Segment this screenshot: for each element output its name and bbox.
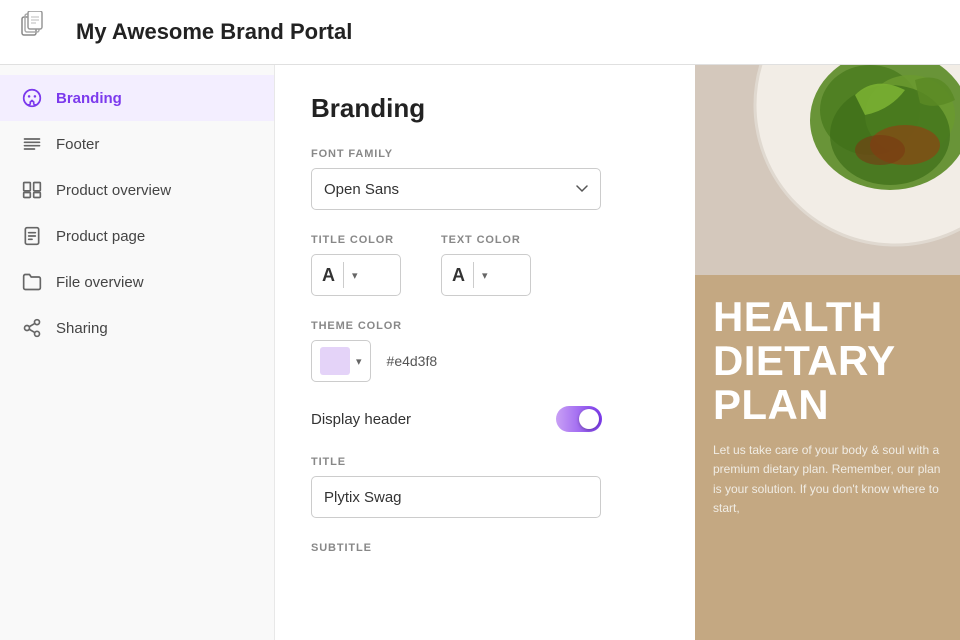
app-header: My Awesome Brand Portal xyxy=(0,0,960,65)
subtitle-label: SUBTITLE xyxy=(311,542,659,554)
font-family-section: FONT FAMILY Open Sans Roboto Lato Montse… xyxy=(311,148,659,210)
app-title: My Awesome Brand Portal xyxy=(76,19,352,45)
palette-icon xyxy=(22,88,42,108)
title-section: TITLE xyxy=(311,456,659,518)
text-color-group: TEXT COLOR A ▾ xyxy=(441,234,531,296)
sidebar: Branding Footer Product overview xyxy=(0,65,275,640)
food-plate-visual xyxy=(695,65,960,275)
sidebar-item-product-page-label: Product page xyxy=(56,228,145,245)
sidebar-item-sharing-label: Sharing xyxy=(56,320,108,337)
sidebar-item-file-overview-label: File overview xyxy=(56,274,144,291)
theme-color-row: ▾ #e4d3f8 xyxy=(311,340,659,382)
sidebar-item-branding[interactable]: Branding xyxy=(0,75,274,121)
font-family-select[interactable]: Open Sans Roboto Lato Montserrat xyxy=(311,168,601,210)
display-header-section: Display header xyxy=(311,406,659,432)
sidebar-item-footer-label: Footer xyxy=(56,136,99,153)
text-color-picker[interactable]: A ▾ xyxy=(441,254,531,296)
theme-color-hex-display: #e4d3f8 xyxy=(387,353,438,369)
color-divider-1 xyxy=(343,262,344,288)
text-color-letter: A xyxy=(452,266,465,284)
footer-icon xyxy=(22,134,42,154)
preview-panel: HEALTH DIETARY PLAN Let us take care of … xyxy=(695,65,960,640)
preview-headline-line3: PLAN xyxy=(713,383,942,427)
sidebar-item-footer[interactable]: Footer xyxy=(0,121,274,167)
theme-color-arrow: ▾ xyxy=(356,355,362,368)
toggle-track xyxy=(556,406,602,432)
title-color-group: TITLE COLOR A ▾ xyxy=(311,234,401,296)
theme-color-picker[interactable]: ▾ xyxy=(311,340,371,382)
title-label: TITLE xyxy=(311,456,659,468)
brand-portal-icon xyxy=(20,11,62,53)
sidebar-item-file-overview[interactable]: File overview xyxy=(0,259,274,305)
text-color-arrow: ▾ xyxy=(482,269,488,282)
font-family-label: FONT FAMILY xyxy=(311,148,659,160)
sidebar-item-branding-label: Branding xyxy=(56,90,122,107)
title-color-picker[interactable]: A ▾ xyxy=(311,254,401,296)
title-color-letter: A xyxy=(322,266,335,284)
sidebar-item-product-overview-label: Product overview xyxy=(56,182,171,199)
display-header-toggle[interactable] xyxy=(556,406,602,432)
file-overview-icon xyxy=(22,272,42,292)
preview-headline-line2: DIETARY xyxy=(713,339,942,383)
theme-color-label: THEME COLOR xyxy=(311,320,659,332)
display-header-label: Display header xyxy=(311,411,411,428)
theme-color-section: THEME COLOR ▾ #e4d3f8 xyxy=(311,320,659,382)
main-layout: Branding Footer Product overview xyxy=(0,65,960,640)
display-header-row: Display header xyxy=(311,406,606,432)
title-color-label: TITLE COLOR xyxy=(311,234,401,246)
sharing-icon xyxy=(22,318,42,338)
page-title: Branding xyxy=(311,93,659,124)
preview-body-text: Let us take care of your body & soul wit… xyxy=(713,441,942,518)
toggle-thumb xyxy=(579,409,599,429)
theme-color-swatch xyxy=(320,347,350,375)
product-overview-icon xyxy=(22,180,42,200)
color-section: TITLE COLOR A ▾ TEXT COLOR A ▾ xyxy=(311,234,659,296)
color-divider-2 xyxy=(473,262,474,288)
title-color-arrow: ▾ xyxy=(352,269,358,282)
preview-headline: HEALTH DIETARY PLAN xyxy=(713,295,942,427)
sidebar-item-sharing[interactable]: Sharing xyxy=(0,305,274,351)
preview-image-area xyxy=(695,65,960,275)
text-color-label: TEXT COLOR xyxy=(441,234,531,246)
title-input[interactable] xyxy=(311,476,601,518)
preview-headline-line1: HEALTH xyxy=(713,295,942,339)
main-content-area: Branding FONT FAMILY Open Sans Roboto La… xyxy=(275,65,695,640)
sidebar-item-product-page[interactable]: Product page xyxy=(0,213,274,259)
product-page-icon xyxy=(22,226,42,246)
sidebar-item-product-overview[interactable]: Product overview xyxy=(0,167,274,213)
color-row: TITLE COLOR A ▾ TEXT COLOR A ▾ xyxy=(311,234,659,296)
subtitle-section: SUBTITLE xyxy=(311,542,659,554)
preview-text-area: HEALTH DIETARY PLAN Let us take care of … xyxy=(695,275,960,538)
